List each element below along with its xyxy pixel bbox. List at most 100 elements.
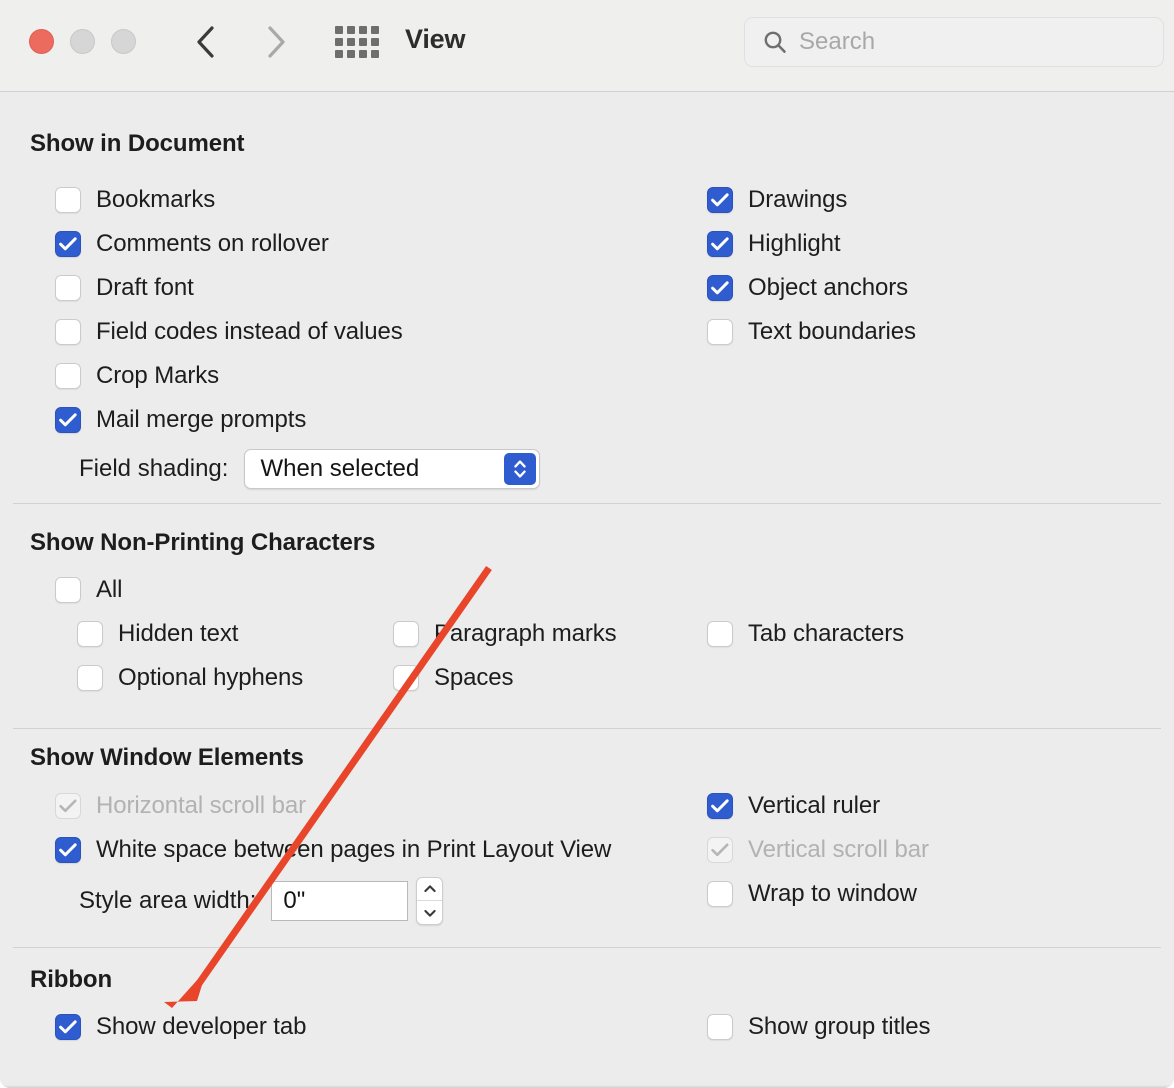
checkbox-horizontal-scroll-bar (55, 793, 81, 819)
page-title: View (405, 24, 466, 54)
chevron-up-down-icon (504, 453, 537, 485)
preferences-content: Show in Document Bookmarks Comments on r… (0, 92, 1174, 1088)
checkbox-wrap-to-window[interactable] (707, 881, 733, 907)
checkbox-row-optional-hyphens[interactable]: Optional hyphens (77, 664, 303, 692)
checkbox-row-vertical-scroll-bar: Vertical scroll bar (707, 836, 929, 864)
stepper-up-icon[interactable] (417, 878, 443, 901)
checkbox-row-object-anchors[interactable]: Object anchors (707, 274, 908, 302)
checkbox-text-boundaries[interactable] (707, 319, 733, 345)
checkbox-row-highlight[interactable]: Highlight (707, 230, 841, 258)
checkbox-field-codes-instead-of-values[interactable] (55, 319, 81, 345)
section-divider (13, 728, 1161, 729)
checkbox-row-all[interactable]: All (55, 576, 122, 604)
checkmark-icon (711, 193, 729, 207)
window-toolbar: View Search (0, 0, 1174, 92)
checkbox-label: Vertical ruler (748, 792, 880, 819)
checkbox-row-wrap-to-window[interactable]: Wrap to window (707, 880, 917, 908)
checkmark-icon (59, 413, 77, 427)
checkbox-label: White space between pages in Print Layou… (96, 836, 612, 863)
section-title-ribbon: Ribbon (30, 966, 113, 993)
checkbox-row-drawings[interactable]: Drawings (707, 186, 847, 214)
field-shading-row: Field shading: When selected (79, 449, 541, 489)
checkbox-label: Drawings (748, 186, 848, 213)
checkbox-label: Vertical scroll bar (748, 836, 929, 863)
show-all-grid-icon[interactable] (334, 25, 380, 59)
checkbox-spaces[interactable] (393, 665, 419, 691)
style-area-width-input[interactable]: 0" (271, 881, 409, 921)
chevron-right-icon (265, 25, 287, 59)
checkbox-row-paragraph-marks[interactable]: Paragraph marks (393, 620, 617, 648)
field-shading-value: When selected (260, 455, 420, 482)
checkbox-white-space-between-pages[interactable] (55, 837, 81, 863)
checkmark-icon (711, 237, 729, 251)
checkbox-row-vertical-ruler[interactable]: Vertical ruler (707, 792, 880, 820)
section-divider (13, 503, 1161, 504)
chevron-left-icon (194, 25, 216, 59)
checkbox-label: Object anchors (748, 274, 909, 301)
checkbox-paragraph-marks[interactable] (393, 621, 419, 647)
checkbox-label: Draft font (96, 274, 194, 301)
checkbox-row-comments-on-rollover[interactable]: Comments on rollover (55, 230, 329, 258)
style-area-width-stepper[interactable] (416, 877, 444, 925)
checkbox-optional-hyphens[interactable] (77, 665, 103, 691)
stepper-down-icon[interactable] (417, 901, 442, 924)
checkmark-icon (59, 1020, 77, 1034)
search-field[interactable]: Search (744, 17, 1164, 67)
checkbox-label: Field codes instead of values (96, 318, 403, 345)
checkbox-show-group-titles[interactable] (707, 1014, 733, 1040)
checkbox-row-show-group-titles[interactable]: Show group titles (707, 1013, 931, 1041)
checkbox-row-draft-font[interactable]: Draft font (55, 274, 194, 302)
close-window-button[interactable] (29, 29, 54, 54)
checkbox-show-developer-tab[interactable] (55, 1014, 81, 1040)
checkbox-row-text-boundaries[interactable]: Text boundaries (707, 318, 916, 346)
forward-button[interactable] (259, 24, 293, 60)
checkbox-drawings[interactable] (707, 187, 733, 213)
checkbox-label: Wrap to window (748, 880, 917, 907)
field-shading-label: Field shading: (79, 455, 229, 482)
checkbox-row-tab-characters[interactable]: Tab characters (707, 620, 904, 648)
maximize-window-button[interactable] (111, 29, 136, 54)
checkbox-row-horizontal-scroll-bar: Horizontal scroll bar (55, 792, 306, 820)
checkbox-row-spaces[interactable]: Spaces (393, 664, 514, 692)
minimize-window-button[interactable] (70, 29, 95, 54)
checkmark-icon (711, 281, 729, 295)
checkbox-label: Spaces (434, 664, 514, 691)
checkbox-vertical-ruler[interactable] (707, 793, 733, 819)
checkmark-icon (59, 237, 77, 251)
checkbox-row-show-developer-tab[interactable]: Show developer tab (55, 1013, 306, 1041)
checkbox-label: All (96, 576, 123, 603)
field-shading-select[interactable]: When selected (244, 449, 541, 489)
checkbox-row-crop-marks[interactable]: Crop Marks (55, 362, 219, 390)
checkbox-label: Paragraph marks (434, 620, 617, 647)
style-area-width-value: 0" (283, 887, 306, 914)
checkmark-icon (711, 843, 729, 857)
checkbox-all[interactable] (55, 577, 81, 603)
checkmark-icon (711, 799, 729, 813)
checkbox-comments-on-rollover[interactable] (55, 231, 81, 257)
checkbox-bookmarks[interactable] (55, 187, 81, 213)
section-title-show-window-elements: Show Window Elements (30, 744, 304, 771)
checkbox-crop-marks[interactable] (55, 363, 81, 389)
checkbox-mail-merge-prompts[interactable] (55, 407, 81, 433)
checkbox-row-hidden-text[interactable]: Hidden text (77, 620, 238, 648)
checkbox-row-field-codes-instead-of-values[interactable]: Field codes instead of values (55, 318, 403, 346)
checkbox-hidden-text[interactable] (77, 621, 103, 647)
search-placeholder: Search (799, 28, 876, 55)
checkbox-row-bookmarks[interactable]: Bookmarks (55, 186, 215, 214)
style-area-width-label: Style area width: (79, 887, 257, 914)
checkbox-label: Mail merge prompts (96, 406, 307, 433)
checkbox-row-white-space-between-pages[interactable]: White space between pages in Print Layou… (55, 836, 611, 864)
checkbox-row-mail-merge-prompts[interactable]: Mail merge prompts (55, 406, 306, 434)
checkbox-object-anchors[interactable] (707, 275, 733, 301)
checkbox-label: Tab characters (748, 620, 905, 647)
checkbox-draft-font[interactable] (55, 275, 81, 301)
checkbox-tab-characters[interactable] (707, 621, 733, 647)
checkbox-label: Horizontal scroll bar (96, 792, 306, 819)
checkmark-icon (59, 799, 77, 813)
section-divider (13, 947, 1161, 948)
checkbox-label: Hidden text (118, 620, 239, 647)
checkbox-label: Optional hyphens (118, 664, 304, 691)
back-button[interactable] (188, 24, 222, 60)
section-title-show-non-printing-characters: Show Non-Printing Characters (30, 529, 376, 556)
checkbox-highlight[interactable] (707, 231, 733, 257)
